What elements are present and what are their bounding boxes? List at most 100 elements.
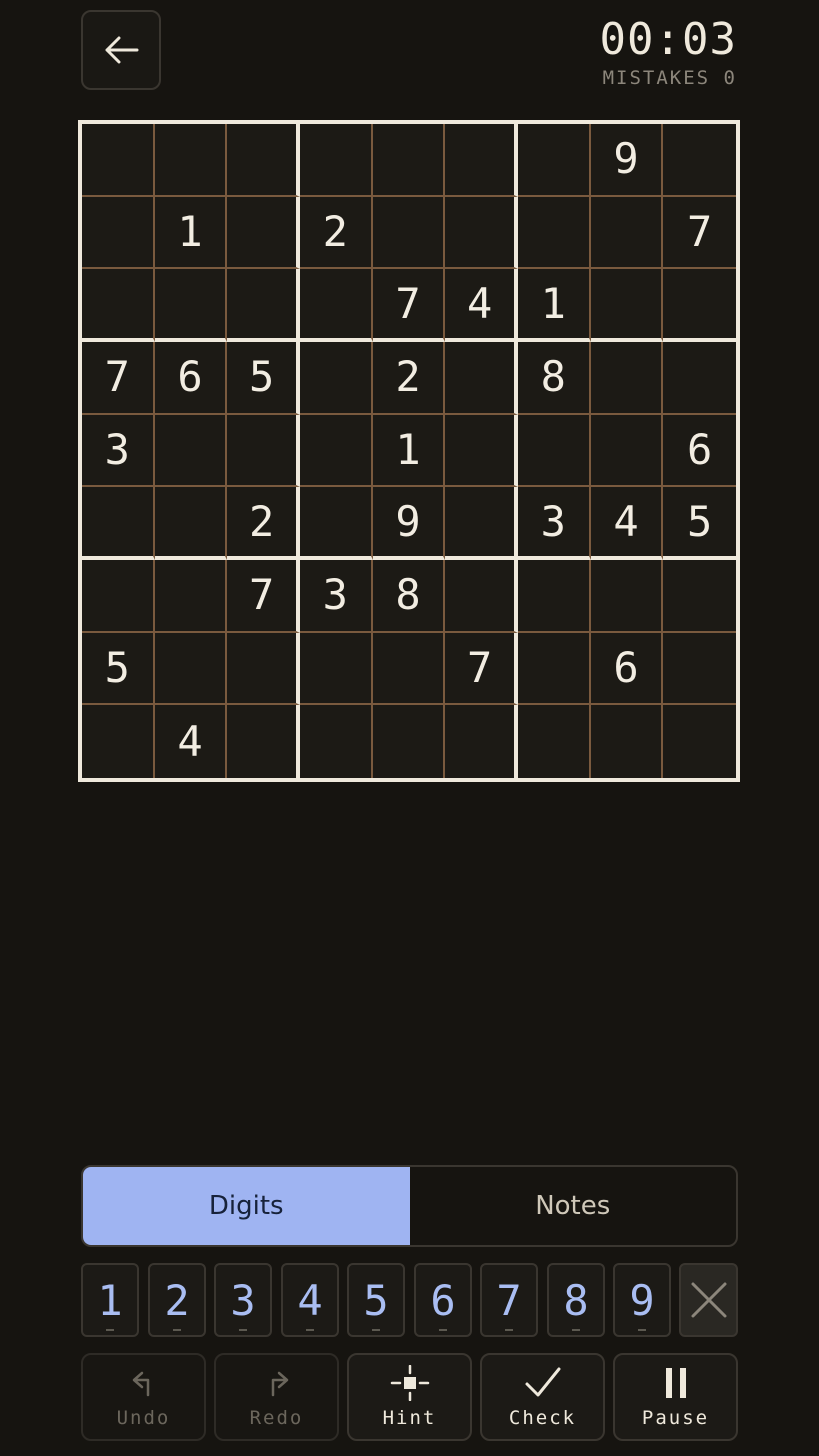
clear-cell-button[interactable] xyxy=(679,1263,738,1337)
back-button[interactable] xyxy=(81,10,161,90)
sudoku-cell-r7c1[interactable] xyxy=(82,559,155,633)
sudoku-cell-r1c5[interactable] xyxy=(372,124,446,197)
sudoku-cell-r3c8[interactable] xyxy=(590,269,664,342)
sudoku-cell-r4c6[interactable] xyxy=(445,341,518,415)
sudoku-cell-r5c4[interactable] xyxy=(299,414,373,488)
digits-mode-button[interactable]: Digits xyxy=(83,1167,410,1245)
sudoku-cell-r9c7[interactable] xyxy=(518,705,591,778)
sudoku-cell-r2c8[interactable] xyxy=(590,196,664,270)
sudoku-cell-r2c2[interactable]: 1 xyxy=(154,196,228,270)
sudoku-cell-r4c4[interactable] xyxy=(299,341,373,415)
sudoku-cell-r9c5[interactable] xyxy=(373,705,446,778)
sudoku-cell-r9c4[interactable] xyxy=(300,705,373,778)
sudoku-cell-r5c5[interactable]: 1 xyxy=(372,414,446,488)
sudoku-cell-r1c8[interactable]: 9 xyxy=(590,124,664,197)
sudoku-cell-r9c3[interactable] xyxy=(227,705,300,778)
sudoku-cell-r3c9[interactable] xyxy=(663,269,736,342)
sudoku-cell-r4c8[interactable] xyxy=(590,341,664,415)
undo-button[interactable]: Undo xyxy=(81,1353,206,1441)
sudoku-cell-r2c4[interactable]: 2 xyxy=(299,196,373,270)
digit-key-8[interactable]: 8 xyxy=(547,1263,605,1337)
sudoku-cell-r7c2[interactable] xyxy=(154,559,228,633)
sudoku-cell-r5c8[interactable] xyxy=(590,414,664,488)
redo-button[interactable]: Redo xyxy=(214,1353,339,1441)
sudoku-cell-r1c3[interactable] xyxy=(227,124,300,197)
sudoku-cell-r8c9[interactable] xyxy=(663,633,736,706)
sudoku-cell-r9c6[interactable] xyxy=(445,705,518,778)
sudoku-cell-r5c9[interactable]: 6 xyxy=(663,415,736,488)
digit-key-6[interactable]: 6 xyxy=(414,1263,472,1337)
sudoku-cell-r9c9[interactable] xyxy=(663,705,736,778)
sudoku-cell-r6c1[interactable] xyxy=(82,487,155,560)
sudoku-cell-r6c8[interactable]: 4 xyxy=(590,487,664,560)
sudoku-cell-r6c7[interactable]: 3 xyxy=(517,487,591,560)
sudoku-cell-r4c3[interactable]: 5 xyxy=(227,341,300,415)
sudoku-cell-r4c1[interactable]: 7 xyxy=(82,341,155,415)
sudoku-cell-r6c3[interactable]: 2 xyxy=(227,487,300,560)
sudoku-cell-r8c4[interactable] xyxy=(299,632,373,706)
sudoku-cell-r1c2[interactable] xyxy=(154,124,228,197)
sudoku-cell-r5c2[interactable] xyxy=(154,414,228,488)
sudoku-cell-r9c2[interactable]: 4 xyxy=(155,705,228,778)
sudoku-cell-r1c7[interactable] xyxy=(517,124,591,197)
sudoku-cell-r1c4[interactable] xyxy=(299,124,373,197)
sudoku-cell-r1c6[interactable] xyxy=(445,124,518,197)
sudoku-cell-r7c9[interactable] xyxy=(663,560,736,633)
sudoku-cell-r8c1[interactable]: 5 xyxy=(82,632,155,706)
sudoku-cell-r6c5[interactable]: 9 xyxy=(372,487,446,560)
sudoku-cell-r7c6[interactable] xyxy=(445,559,518,633)
sudoku-cell-r5c6[interactable] xyxy=(445,414,518,488)
sudoku-cell-r6c4[interactable] xyxy=(299,487,373,560)
digit-key-1[interactable]: 1 xyxy=(81,1263,139,1337)
sudoku-cell-r3c3[interactable] xyxy=(227,269,300,342)
check-button[interactable]: Check xyxy=(480,1353,605,1441)
sudoku-cell-r2c6[interactable] xyxy=(445,196,518,270)
digit-key-2[interactable]: 2 xyxy=(148,1263,206,1337)
digit-key-3[interactable]: 3 xyxy=(214,1263,272,1337)
sudoku-cell-r4c7[interactable]: 8 xyxy=(517,341,591,415)
sudoku-cell-r6c2[interactable] xyxy=(154,487,228,560)
sudoku-cell-r8c8[interactable]: 6 xyxy=(590,632,664,706)
sudoku-cell-r9c1[interactable] xyxy=(82,705,155,778)
sudoku-cell-r4c2[interactable]: 6 xyxy=(154,341,228,415)
sudoku-cell-r7c3[interactable]: 7 xyxy=(227,559,300,633)
sudoku-cell-r3c4[interactable] xyxy=(299,269,373,342)
notes-mode-button[interactable]: Notes xyxy=(410,1167,737,1245)
digit-key-5[interactable]: 5 xyxy=(347,1263,405,1337)
sudoku-cell-r7c8[interactable] xyxy=(590,559,664,633)
sudoku-cell-r6c6[interactable] xyxy=(445,487,518,560)
sudoku-cell-r9c8[interactable] xyxy=(591,705,664,778)
sudoku-cell-r8c2[interactable] xyxy=(154,632,228,706)
sudoku-cell-r7c5[interactable]: 8 xyxy=(372,559,446,633)
sudoku-cell-r7c7[interactable] xyxy=(517,559,591,633)
sudoku-cell-r8c6[interactable]: 7 xyxy=(445,632,518,706)
sudoku-cell-r2c7[interactable] xyxy=(517,196,591,270)
sudoku-cell-r1c1[interactable] xyxy=(82,124,155,197)
sudoku-cell-r2c5[interactable] xyxy=(372,196,446,270)
sudoku-cell-r3c7[interactable]: 1 xyxy=(517,269,591,342)
sudoku-cell-r8c3[interactable] xyxy=(227,632,300,706)
sudoku-cell-r8c7[interactable] xyxy=(517,632,591,706)
sudoku-cell-r3c1[interactable] xyxy=(82,269,155,342)
hint-button[interactable]: Hint xyxy=(347,1353,472,1441)
digit-key-4[interactable]: 4 xyxy=(281,1263,339,1337)
digit-key-7[interactable]: 7 xyxy=(480,1263,538,1337)
sudoku-cell-r2c9[interactable]: 7 xyxy=(663,197,736,270)
sudoku-cell-r6c9[interactable]: 5 xyxy=(663,487,736,560)
sudoku-cell-r5c7[interactable] xyxy=(517,414,591,488)
sudoku-cell-r4c5[interactable]: 2 xyxy=(372,341,446,415)
sudoku-cell-r5c1[interactable]: 3 xyxy=(82,414,155,488)
sudoku-cell-r5c3[interactable] xyxy=(227,414,300,488)
pause-button[interactable]: Pause xyxy=(613,1353,738,1441)
digit-key-label: 6 xyxy=(430,1275,456,1325)
sudoku-cell-r3c6[interactable]: 4 xyxy=(445,269,518,342)
digit-key-9[interactable]: 9 xyxy=(613,1263,671,1337)
sudoku-cell-r7c4[interactable]: 3 xyxy=(299,559,373,633)
sudoku-cell-r2c3[interactable] xyxy=(227,196,300,270)
sudoku-cell-r8c5[interactable] xyxy=(372,632,446,706)
sudoku-cell-r4c9[interactable] xyxy=(663,342,736,415)
sudoku-cell-r3c5[interactable]: 7 xyxy=(372,269,446,342)
sudoku-cell-r2c1[interactable] xyxy=(82,196,155,270)
sudoku-cell-r1c9[interactable] xyxy=(663,124,736,197)
sudoku-cell-r3c2[interactable] xyxy=(154,269,228,342)
